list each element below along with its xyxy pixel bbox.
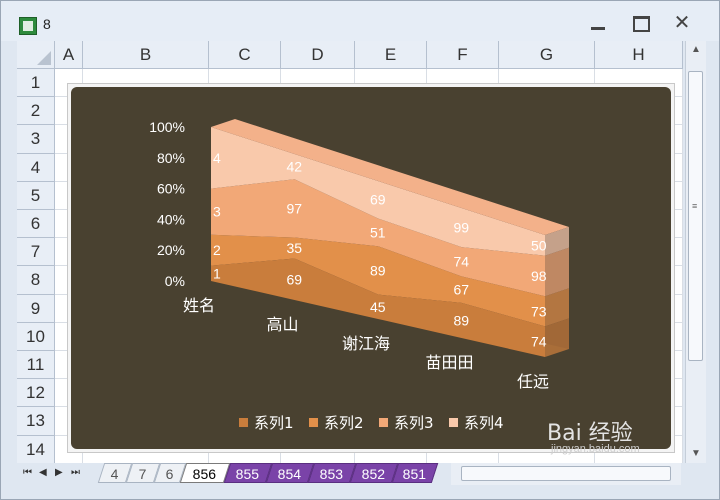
vertical-scroll-thumb[interactable] [688, 71, 703, 361]
row-header-5[interactable]: 5 [17, 181, 55, 210]
scroll-grip-icon: ≡ [692, 201, 698, 211]
sheet-tab-label: 855 [235, 466, 260, 482]
horizontal-scrollbar[interactable] [451, 463, 681, 485]
vertical-scrollbar[interactable]: ▲ ≡ ▼ [685, 41, 706, 465]
watermark-subtitle: jingyan.baidu.com [551, 443, 640, 455]
y-tick-label: 100% [149, 119, 185, 135]
y-tick-label: 20% [157, 242, 185, 258]
maximize-button[interactable] [627, 13, 653, 33]
data-label: 45 [370, 299, 386, 315]
sheet-tab-label: 856 [192, 466, 217, 482]
minimize-button[interactable] [585, 13, 611, 33]
title-bar: 8 ✕ [1, 1, 719, 41]
data-label: 99 [454, 220, 470, 236]
scroll-up-icon[interactable]: ▲ [688, 43, 704, 57]
horizontal-scroll-thumb[interactable] [461, 466, 671, 481]
column-header-a[interactable]: A [55, 41, 83, 69]
window-title: 8 [43, 16, 51, 32]
column-header-f[interactable]: F [427, 41, 499, 69]
column-header-g[interactable]: G [499, 41, 595, 69]
sheet-tab-852[interactable]: 852 [349, 463, 399, 483]
row-header-13[interactable]: 13 [17, 407, 55, 436]
data-label: 89 [454, 312, 470, 328]
x-category-label: 苗田田 [425, 353, 473, 372]
data-label: 42 [287, 159, 303, 175]
sheet-tab-label: 7 [138, 466, 147, 482]
sheet-tab-label: 4 [110, 466, 119, 482]
data-label: 51 [370, 224, 386, 240]
first-sheet-icon[interactable]: ⏮ [23, 467, 32, 478]
legend-label: 系列1 [254, 414, 294, 432]
legend-swatch-2 [309, 418, 318, 427]
last-sheet-icon[interactable]: ⏭ [71, 467, 80, 478]
sheet-tab-856[interactable]: 856 [179, 463, 231, 483]
data-label: 1 [213, 265, 221, 281]
sheet-tab-label: 6 [165, 466, 174, 482]
legend-swatch-1 [239, 418, 248, 427]
data-label: 69 [287, 271, 303, 287]
row-header-2[interactable]: 2 [17, 97, 55, 126]
excel-icon [19, 17, 37, 35]
data-label: 89 [370, 262, 386, 278]
y-tick-label: 0% [165, 273, 185, 289]
row-header-4[interactable]: 4 [17, 153, 55, 182]
column-header-c[interactable]: C [209, 41, 281, 69]
close-button[interactable]: ✕ [669, 13, 695, 33]
column-header-d[interactable]: D [281, 41, 355, 69]
row-header-14[interactable]: 14 [17, 435, 55, 464]
data-label: 74 [531, 334, 547, 350]
row-header-8[interactable]: 8 [17, 266, 55, 295]
legend-swatch-3 [379, 418, 388, 427]
sheet-tab-label: 852 [361, 466, 386, 482]
x-category-label: 谢江海 [342, 334, 390, 353]
data-label: 73 [531, 303, 547, 319]
legend-label: 系列3 [394, 414, 434, 432]
column-header-e[interactable]: E [355, 41, 427, 69]
prev-sheet-icon[interactable]: ◀ [39, 467, 47, 478]
x-category-label: 高山 [266, 315, 298, 334]
row-header-10[interactable]: 10 [17, 322, 55, 351]
data-label: 3 [213, 204, 221, 220]
x-category-label: 姓名 [183, 296, 215, 315]
data-label: 50 [531, 237, 547, 253]
area-depth-3 [545, 247, 569, 297]
row-header-3[interactable]: 3 [17, 125, 55, 154]
y-tick-label: 60% [157, 181, 185, 197]
excel-window: 8 ✕ A B C D E F G H 1 2 3 4 5 6 7 8 9 10 11 12 13 14 1 69 45 89 7… [0, 0, 720, 500]
data-label: 2 [213, 242, 221, 258]
row-header-6[interactable]: 6 [17, 210, 55, 239]
row-header-9[interactable]: 9 [17, 294, 55, 323]
data-label: 74 [454, 254, 470, 270]
x-category-label: 任远 [517, 372, 549, 391]
sheet-tab-855[interactable]: 855 [223, 463, 273, 483]
column-header-b[interactable]: B [83, 41, 209, 69]
sheet-tab-851[interactable]: 851 [391, 463, 439, 483]
data-label: 97 [287, 200, 303, 216]
y-tick-label: 40% [157, 211, 185, 227]
legend-swatch-4 [449, 418, 458, 427]
row-header-12[interactable]: 12 [17, 379, 55, 408]
row-header-11[interactable]: 11 [17, 351, 55, 380]
row-header-7[interactable]: 7 [17, 238, 55, 267]
data-label: 4 [213, 150, 221, 166]
legend-label: 系列2 [324, 414, 364, 432]
chart-svg: 1 69 45 89 74 2 35 89 67 73 3 97 51 74 98 4 42 69 99 50 0% 20… [149, 119, 569, 432]
legend-label: 系列4 [464, 414, 504, 432]
y-tick-label: 80% [157, 150, 185, 166]
data-label: 69 [370, 192, 386, 208]
next-sheet-icon[interactable]: ▶ [55, 467, 63, 478]
sheet-tab-label: 851 [402, 466, 427, 482]
sheet-tab-854[interactable]: 854 [265, 463, 315, 483]
sheet-tab-853[interactable]: 853 [307, 463, 357, 483]
data-label: 98 [531, 268, 547, 284]
sheet-tab-label: 853 [319, 466, 344, 482]
chart-area[interactable]: 1 69 45 89 74 2 35 89 67 73 3 97 51 74 98 4 42 69 99 50 0% 20… [71, 87, 671, 449]
scroll-down-icon[interactable]: ▼ [688, 447, 704, 461]
row-header-1[interactable]: 1 [17, 69, 55, 98]
column-header-h[interactable]: H [595, 41, 683, 69]
sheet-tab-label: 854 [277, 466, 302, 482]
select-all-corner[interactable] [17, 41, 55, 69]
data-label: 67 [454, 282, 470, 298]
data-label: 35 [287, 240, 303, 256]
